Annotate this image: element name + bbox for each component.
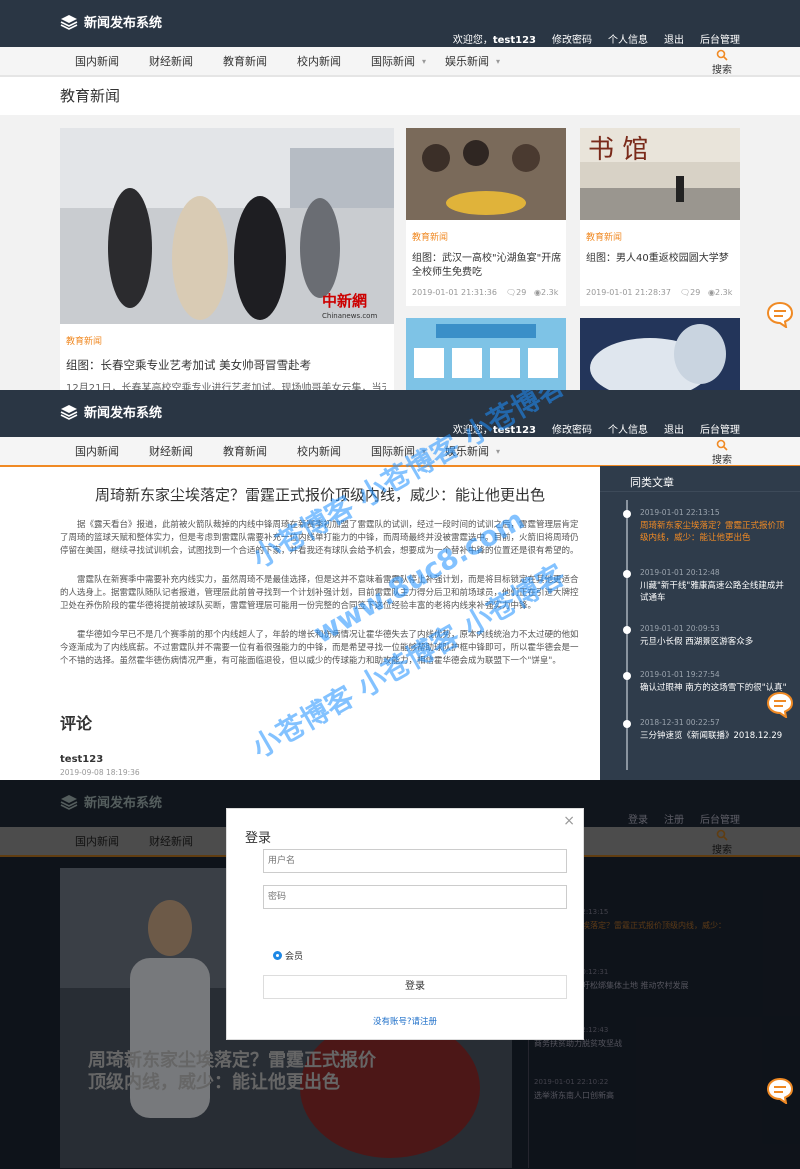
related-item[interactable]: 2019-01-01 20:09:53 元旦小长假 西湖景区游客众多 xyxy=(623,624,790,648)
main-nav: 国内新闻 财经新闻 教育新闻 校内新闻 国际新闻 娱乐新闻 搜索 xyxy=(0,47,800,77)
comment-icon: 🗨 xyxy=(680,288,691,297)
news-image xyxy=(406,128,566,220)
nav-item-campus[interactable]: 校内新闻 xyxy=(282,47,356,77)
view-count: ◉2.3k xyxy=(534,288,559,297)
radio-selected-icon xyxy=(273,951,282,960)
eye-icon: ◉ xyxy=(534,288,541,297)
featured-news-image: 中新網 Chinanews.com xyxy=(60,128,394,324)
news-card[interactable]: 书 馆 教育新闻 组图：男人40重返校园圆大学梦 2019-01-01 21:2… xyxy=(580,128,740,306)
login-modal-view: 新闻发布系统 登录 注册 后台管理 国内新闻 财经新闻 搜索 周琦新东家尘埃落定… xyxy=(0,780,800,1169)
logout-link[interactable]: 退出 xyxy=(664,421,684,436)
related-item[interactable]: 2018-12-31 00:22:57 三分钟速览《新闻联播》2018.12.29 xyxy=(623,718,790,742)
nav-item-finance[interactable]: 财经新闻 xyxy=(134,47,208,77)
news-title[interactable]: 组图：男人40重返校园圆大学梦 xyxy=(586,252,736,266)
username: test123 xyxy=(492,35,536,46)
register-link[interactable]: 没有账号?请注册 xyxy=(227,1015,583,1027)
timeline-dot xyxy=(623,720,631,728)
profile-link[interactable]: 个人信息 xyxy=(608,421,648,436)
welcome-text: 欢迎您， xyxy=(452,35,493,46)
comment-icon: 🗨 xyxy=(506,288,517,297)
nav-item-finance[interactable]: 财经新闻 xyxy=(134,437,208,467)
site-title: 新闻发布系统 xyxy=(84,16,163,31)
education-list-view: 新闻发布系统 欢迎您，test123 修改密码 个人信息 退出 后台管理 国内新… xyxy=(0,0,800,390)
related-item[interactable]: 2019-01-01 20:12:48 川藏"新干线"雅康高速公路全线建成并试通车 xyxy=(623,568,790,604)
comment-date: 2019-09-08 18:19:36 xyxy=(60,768,140,777)
timeline-dot xyxy=(623,510,631,518)
user-menu: 欢迎您，test123 修改密码 个人信息 退出 后台管理 xyxy=(453,31,740,46)
timeline-dot xyxy=(623,570,631,578)
logout-link[interactable]: 退出 xyxy=(664,31,684,46)
nav-item-campus[interactable]: 校内新闻 xyxy=(282,437,356,467)
news-tag[interactable]: 教育新闻 xyxy=(586,230,622,243)
chat-icon[interactable] xyxy=(766,690,794,718)
role-radio-member[interactable]: 会员 xyxy=(273,949,303,962)
nav-item-domestic[interactable]: 国内新闻 xyxy=(60,47,134,77)
layers-icon xyxy=(60,404,78,420)
comment-count: 🗨29 xyxy=(680,288,701,297)
search-label: 搜索 xyxy=(712,455,732,466)
site-logo[interactable]: 新闻发布系统 xyxy=(60,12,162,31)
timeline-dot xyxy=(623,626,631,634)
related-articles-sidebar: 同类文章 2019-01-01 22:13:15 周琦新东家尘埃落定？雷霆正式报价… xyxy=(600,466,800,780)
search-button[interactable]: 搜索 xyxy=(712,439,732,466)
header: 新闻发布系统 欢迎您，test123 修改密码 个人信息 退出 后台管理 xyxy=(0,390,800,437)
search-label: 搜索 xyxy=(712,65,732,76)
nav-item-domestic[interactable]: 国内新闻 xyxy=(60,437,134,467)
svg-text:书 馆: 书 馆 xyxy=(588,135,648,165)
nav-item-international[interactable]: 国际新闻 xyxy=(356,47,430,77)
layers-icon xyxy=(60,14,78,30)
sidebar-heading: 同类文章 xyxy=(600,466,800,492)
login-dialog: 登录 × 会员 登录 没有账号?请注册 xyxy=(226,808,584,1040)
news-image[interactable] xyxy=(580,318,740,390)
chat-icon[interactable] xyxy=(766,1076,794,1104)
timeline-line xyxy=(626,500,628,770)
featured-tag[interactable]: 教育新闻 xyxy=(66,334,102,347)
news-title[interactable]: 组图：武汉一高校"沁湖鱼宴"开席 全校师生免费吃 xyxy=(412,252,562,280)
featured-news-card[interactable]: 中新網 Chinanews.com 教育新闻 组图：长春空乘专业艺考加试 美女帅… xyxy=(60,128,394,390)
article-detail-view: 新闻发布系统 欢迎您，test123 修改密码 个人信息 退出 后台管理 国内新… xyxy=(0,390,800,780)
related-item[interactable]: 2019-01-01 22:13:15 周琦新东家尘埃落定？雷霆正式报价顶级内线，… xyxy=(623,508,790,544)
news-tag[interactable]: 教育新闻 xyxy=(412,230,448,243)
news-date: 2019-01-01 21:28:37 xyxy=(586,288,671,297)
search-button[interactable]: 搜索 xyxy=(712,49,732,76)
comments-heading: 评论 xyxy=(60,714,93,733)
section-title: 教育新闻 xyxy=(0,77,800,115)
view-count: ◉2.3k xyxy=(708,288,733,297)
change-password-link[interactable]: 修改密码 xyxy=(552,31,592,46)
site-title: 新闻发布系统 xyxy=(84,406,163,421)
featured-snippet: 12月21日，长春某高校空乘专业进行艺考加试。现场帅哥美女云集，当天，长春出现入 xyxy=(66,383,386,390)
chat-icon[interactable] xyxy=(766,300,794,328)
nav-item-education[interactable]: 教育新闻 xyxy=(208,47,282,77)
search-icon xyxy=(716,439,728,451)
password-input[interactable] xyxy=(263,885,567,909)
timeline-dot xyxy=(623,672,631,680)
header: 新闻发布系统 欢迎您，test123 修改密码 个人信息 退出 后台管理 xyxy=(0,0,800,47)
site-logo[interactable]: 新闻发布系统 xyxy=(60,402,162,421)
news-image[interactable] xyxy=(406,318,566,390)
news-card[interactable]: 教育新闻 组图：武汉一高校"沁湖鱼宴"开席 全校师生免费吃 2019-01-01… xyxy=(406,128,566,306)
nav-item-education[interactable]: 教育新闻 xyxy=(208,437,282,467)
login-button[interactable]: 登录 xyxy=(263,975,567,999)
photo-site: Chinanews.com xyxy=(322,312,377,320)
username-input[interactable] xyxy=(263,849,567,873)
profile-link[interactable]: 个人信息 xyxy=(608,31,648,46)
admin-link[interactable]: 后台管理 xyxy=(700,421,740,436)
search-icon xyxy=(716,49,728,61)
role-label: 会员 xyxy=(285,952,304,962)
admin-link[interactable]: 后台管理 xyxy=(700,31,740,46)
eye-icon: ◉ xyxy=(708,288,715,297)
news-date: 2019-01-01 21:31:36 xyxy=(412,288,497,297)
close-icon[interactable]: × xyxy=(563,813,575,829)
change-password-link[interactable]: 修改密码 xyxy=(552,421,592,436)
comment-count: 🗨29 xyxy=(506,288,527,297)
comment-user: test123 xyxy=(60,754,104,765)
login-title: 登录 xyxy=(245,831,272,846)
featured-title[interactable]: 组图：长春空乘专业艺考加试 美女帅哥冒雪赴考 xyxy=(66,358,386,372)
photo-credit: 中新網 xyxy=(322,292,367,310)
nav-item-entertainment[interactable]: 娱乐新闻 xyxy=(430,47,504,77)
news-image: 书 馆 xyxy=(580,128,740,220)
